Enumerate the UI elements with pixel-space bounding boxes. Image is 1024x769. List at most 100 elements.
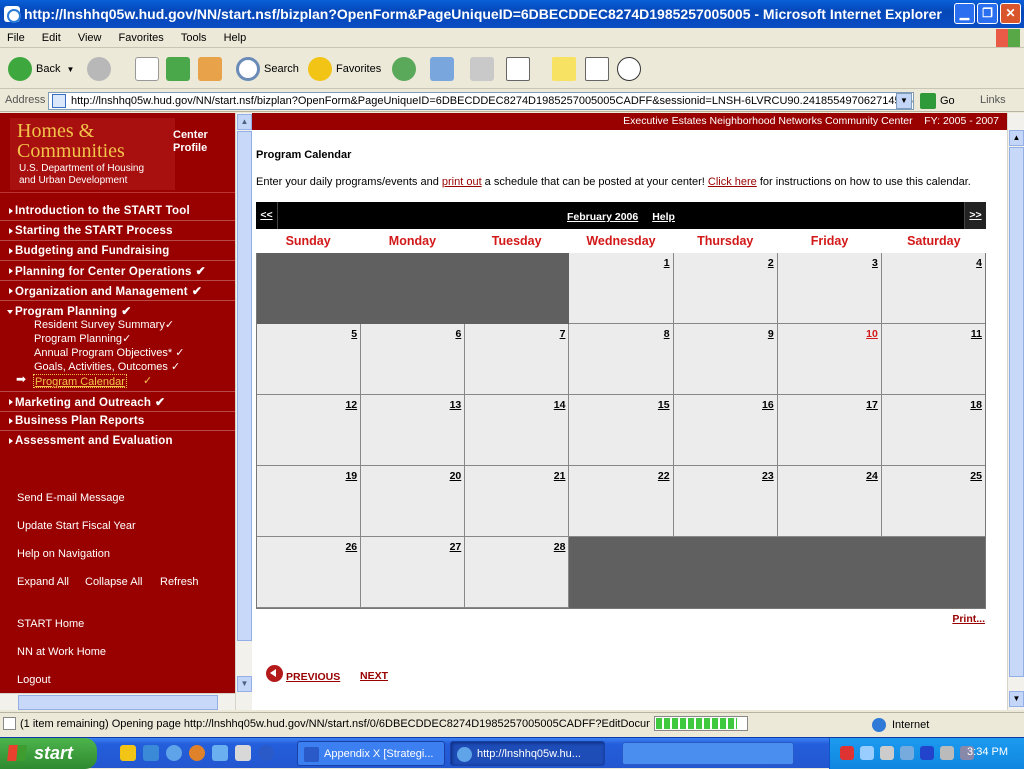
calendar-day-cell[interactable]: 8 (569, 324, 674, 395)
nav-starting[interactable]: Starting the START Process (0, 221, 235, 241)
calendar-day-cell[interactable]: 2 (673, 253, 778, 324)
print-button[interactable] (470, 55, 498, 83)
start-home-link[interactable]: START Home (17, 618, 84, 630)
nn-at-work-home-link[interactable]: NN at Work Home (17, 646, 106, 658)
day-number-link[interactable]: 28 (554, 541, 566, 553)
calendar-day-cell[interactable]: 10 (777, 324, 882, 395)
day-number-link[interactable]: 1 (664, 257, 670, 269)
start-button[interactable]: start (0, 738, 97, 769)
go-button[interactable]: Go (920, 93, 955, 109)
calendar-day-cell[interactable]: 4 (881, 253, 985, 324)
day-number-link[interactable]: 7 (560, 328, 566, 340)
day-number-link[interactable]: 4 (976, 257, 982, 269)
scroll-thumb[interactable] (237, 131, 252, 641)
calendar-day-cell[interactable]: 15 (569, 395, 674, 466)
search-button[interactable]: Search (236, 55, 299, 83)
day-number-link[interactable]: 17 (866, 399, 878, 411)
calendar-day-cell[interactable]: 9 (673, 324, 778, 395)
ie-quicklaunch-icon[interactable] (166, 745, 182, 761)
day-number-link[interactable]: 14 (554, 399, 566, 411)
calendar-day-cell[interactable]: 12 (257, 395, 362, 466)
stop-button[interactable] (135, 55, 163, 83)
close-button[interactable]: ✕ (1000, 3, 1021, 24)
minimize-button[interactable]: ▁ (954, 3, 975, 24)
calendar-day-cell[interactable]: 19 (257, 466, 362, 537)
refresh-button[interactable] (166, 55, 194, 83)
day-number-link[interactable]: 23 (762, 470, 774, 482)
day-number-link[interactable]: 25 (970, 470, 982, 482)
collapse-all-link[interactable]: Collapse All (85, 576, 142, 588)
day-number-link[interactable]: 27 (450, 541, 462, 553)
day-number-link[interactable]: 2 (768, 257, 774, 269)
subnav-goals-activities[interactable]: Goals, Activities, Outcomes ✓ (34, 360, 180, 374)
tray-icon[interactable] (900, 746, 914, 760)
next-month-button[interactable]: >> (964, 202, 986, 229)
nav-business-plan-reports[interactable]: Business Plan Reports (0, 411, 235, 431)
back-button[interactable]: Back ▼ (8, 55, 74, 83)
menu-file[interactable]: File (0, 28, 32, 48)
quicklaunch-icon[interactable] (143, 745, 159, 761)
calendar-day-cell[interactable]: 23 (673, 466, 778, 537)
address-input[interactable]: http://lnshhq05w.hud.gov/NN/start.nsf/bi… (48, 92, 914, 110)
menu-favorites[interactable]: Favorites (112, 28, 171, 48)
next-button[interactable]: NEXT (360, 670, 388, 682)
calendar-day-cell[interactable]: 5 (257, 324, 362, 395)
subnav-annual-objectives[interactable]: Annual Program Objectives* ✓ (34, 346, 184, 360)
calendar-day-cell[interactable]: 17 (777, 395, 882, 466)
calendar-day-cell[interactable]: 20 (361, 466, 466, 537)
edit-button[interactable] (506, 55, 534, 83)
send-email-link[interactable]: Send E-mail Message (17, 492, 125, 504)
research-button[interactable] (617, 55, 645, 83)
scroll-up-icon[interactable]: ▲ (1009, 130, 1024, 146)
messenger-button[interactable] (585, 55, 613, 83)
links-button[interactable]: Links (980, 94, 1006, 106)
expand-all-link[interactable]: Expand All (17, 576, 69, 588)
previous-button[interactable]: PREVIOUS (266, 663, 340, 683)
month-label[interactable]: February 2006 (567, 211, 638, 223)
calendar-day-cell[interactable]: 24 (777, 466, 882, 537)
menu-tools[interactable]: Tools (174, 28, 214, 48)
play-icon[interactable] (920, 746, 934, 760)
day-number-link[interactable]: 9 (768, 328, 774, 340)
main-frame-scrollbar[interactable]: ▲ ▼ (1007, 113, 1024, 710)
tray-icon[interactable] (860, 746, 874, 760)
scroll-thumb[interactable] (18, 695, 218, 710)
scroll-down-icon[interactable]: ▼ (237, 676, 252, 692)
task-appendix-x[interactable]: Appendix X [Strategi... (297, 741, 445, 766)
calendar-day-cell[interactable]: 25 (881, 466, 985, 537)
day-number-link[interactable]: 26 (345, 541, 357, 553)
menu-view[interactable]: View (71, 28, 109, 48)
maximize-button[interactable]: ❐ (977, 3, 998, 24)
day-number-link[interactable]: 3 (872, 257, 878, 269)
help-navigation-link[interactable]: Help on Navigation (17, 548, 110, 560)
scroll-thumb[interactable] (1009, 147, 1024, 677)
day-number-link[interactable]: 16 (762, 399, 774, 411)
nav-center-operations[interactable]: Planning for Center Operations ✔ (0, 261, 235, 281)
menu-edit[interactable]: Edit (35, 28, 68, 48)
calendar-day-cell[interactable]: 27 (361, 537, 466, 608)
previous-month-button[interactable]: << (256, 202, 278, 229)
day-number-link[interactable]: 5 (351, 328, 357, 340)
quicklaunch-icon[interactable] (212, 745, 228, 761)
calendar-day-cell[interactable]: 18 (881, 395, 985, 466)
discuss-button[interactable] (552, 55, 580, 83)
calendar-help-link[interactable]: Help (652, 211, 675, 223)
scroll-down-icon[interactable]: ▼ (1009, 691, 1024, 707)
day-number-link[interactable]: 18 (970, 399, 982, 411)
left-frame-horizontal-scrollbar[interactable] (0, 693, 235, 710)
logout-link[interactable]: Logout (17, 674, 51, 686)
day-number-link[interactable]: 19 (345, 470, 357, 482)
left-frame-scrollbar[interactable]: ▲ ▼ (235, 113, 252, 710)
day-number-link[interactable]: 20 (450, 470, 462, 482)
day-number-link[interactable]: 6 (455, 328, 461, 340)
day-number-link[interactable]: 24 (866, 470, 878, 482)
print-link[interactable]: Print... (952, 613, 985, 625)
nav-assessment[interactable]: Assessment and Evaluation (0, 431, 235, 451)
click-here-link[interactable]: Click here (708, 176, 757, 188)
address-dropdown-icon[interactable]: ▼ (896, 93, 912, 109)
calendar-day-cell[interactable]: 7 (465, 324, 570, 395)
calendar-day-cell[interactable]: 28 (465, 537, 570, 608)
calendar-day-cell[interactable]: 11 (881, 324, 985, 395)
calendar-day-cell[interactable]: 16 (673, 395, 778, 466)
history-button[interactable] (392, 55, 420, 83)
